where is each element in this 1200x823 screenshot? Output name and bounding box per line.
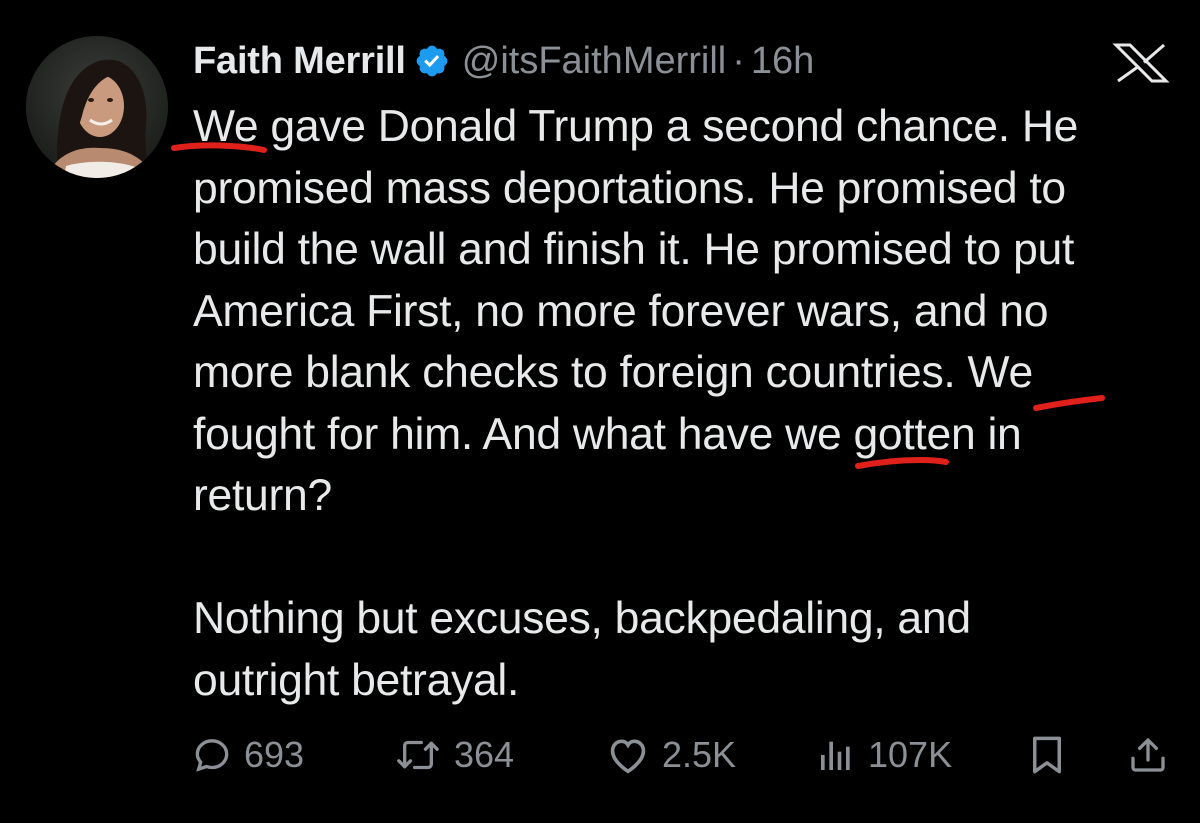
tweet-paragraph-2: Nothing but excuses, backpedaling, and o… [193, 588, 1183, 711]
tweet-line: fought for him. And what have we gotten … [193, 409, 1022, 459]
reply-count: 693 [244, 734, 305, 775]
like-count: 2.5K [662, 734, 737, 775]
tweet-paragraph-1: We gave Donald Trump a second chance. He… [193, 96, 1183, 527]
tweet-line: America First, no more forever wars, and… [193, 286, 1049, 336]
author-handle[interactable]: @itsFaithMerrill [462, 40, 726, 83]
tweet-line: We gave Donald Trump a second chance. He [193, 102, 1079, 151]
tweet-line: return? [193, 471, 332, 520]
avatar[interactable] [26, 36, 168, 178]
verified-badge-icon[interactable] [414, 43, 450, 79]
share-button[interactable] [1128, 728, 1168, 782]
views-button[interactable]: 107K [816, 728, 952, 782]
tweet-line: promised mass deportations. He promised … [193, 163, 1066, 213]
repost-button[interactable]: 364 [394, 728, 514, 782]
bookmark-button[interactable] [1028, 728, 1066, 782]
author-display-name[interactable]: Faith Merrill [193, 40, 406, 83]
tweet-line: more blank checks to foreign countries. … [193, 348, 1033, 397]
tweet-header: Faith Merrill @itsFaithMerrill · 16h [193, 35, 814, 87]
bookmark-icon [1033, 736, 1061, 774]
tweet-line: build the wall and finish it. He promise… [193, 225, 1075, 274]
repost-icon [397, 740, 439, 770]
views-count: 107K [868, 734, 953, 775]
tweet: Faith Merrill @itsFaithMerrill · 16h We … [0, 0, 1200, 823]
tweet-line: Nothing but excuses, backpedaling, and [193, 594, 971, 643]
tweet-timestamp[interactable]: 16h [751, 40, 814, 83]
views-chart-icon [821, 741, 850, 770]
separator-dot: · [732, 39, 745, 82]
x-logo-icon [1112, 43, 1170, 83]
heart-icon [610, 739, 646, 774]
reply-icon [195, 739, 229, 772]
avatar-image [26, 36, 168, 178]
tweet-text: We gave Donald Trump a second chance. He… [193, 96, 1183, 711]
repost-count: 364 [454, 734, 515, 775]
tweet-line: outright betrayal. [193, 655, 520, 705]
tweet-actions: 693 364 2.5K 107K [192, 728, 1172, 782]
like-button[interactable]: 2.5K [606, 728, 736, 782]
reply-button[interactable]: 693 [192, 728, 304, 782]
share-icon [1131, 738, 1165, 772]
